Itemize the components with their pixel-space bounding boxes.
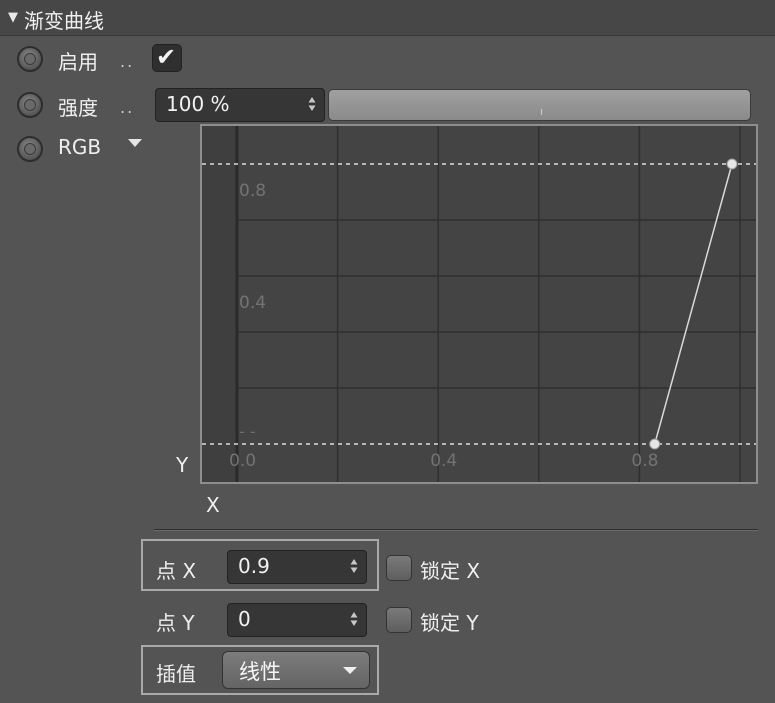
- collapse-triangle-icon[interactable]: ▼: [8, 10, 18, 25]
- strength-label: 强度: [58, 96, 98, 120]
- enable-dots: ..: [120, 52, 135, 71]
- interpolation-dropdown[interactable]: 线性: [222, 651, 370, 689]
- slider-center-tick: [541, 109, 542, 115]
- graph-faded-marker: - -: [239, 422, 256, 441]
- strength-slider[interactable]: [328, 89, 751, 121]
- separator: [154, 529, 758, 531]
- curve-point[interactable]: [649, 438, 661, 450]
- x-tick-label: 0.8: [631, 451, 658, 471]
- rgb-animate-radio[interactable]: [17, 136, 43, 162]
- y-axis-label: Y: [176, 453, 189, 477]
- point-y-input[interactable]: 0: [227, 603, 367, 637]
- lock-y-checkbox[interactable]: [386, 607, 412, 633]
- point-y-label: 点 Y: [156, 611, 195, 635]
- channel-label: RGB: [58, 135, 102, 159]
- y-tick-label: 0.4: [239, 293, 266, 313]
- x-axis-label: X: [206, 493, 220, 517]
- enable-checkbox[interactable]: ✔: [152, 43, 182, 72]
- x-tick-label: 0.0: [229, 451, 256, 471]
- spinner-arrows-icon[interactable]: [350, 558, 358, 574]
- strength-dots: ..: [120, 98, 135, 117]
- strength-input[interactable]: 100 %: [155, 88, 325, 122]
- curve-point[interactable]: [726, 158, 738, 170]
- strength-animate-radio[interactable]: [17, 92, 43, 118]
- point-x-input[interactable]: 0.9: [227, 550, 367, 584]
- panel-title: 渐变曲线: [24, 9, 104, 33]
- checkmark-icon: ✔: [156, 43, 177, 71]
- lock-x-checkbox[interactable]: [386, 555, 412, 581]
- point-x-label: 点 X: [156, 559, 197, 583]
- panel-header[interactable]: ▼ 渐变曲线: [0, 0, 775, 36]
- enable-label: 启用: [58, 50, 98, 74]
- spinner-arrows-icon[interactable]: [308, 96, 316, 112]
- curve-graph[interactable]: - - 0.0 0.4 0.8 0.8 0.4: [200, 124, 758, 484]
- lock-x-label: 锁定 X: [420, 559, 481, 583]
- x-tick-label: 0.4: [430, 451, 457, 471]
- enable-animate-radio[interactable]: [17, 46, 43, 72]
- interpolation-label: 插值: [156, 662, 196, 686]
- point-y-value: 0: [238, 607, 251, 631]
- interpolation-value: 线性: [239, 660, 281, 684]
- graph-background: [200, 124, 758, 484]
- channel-dropdown-arrow-icon[interactable]: [127, 138, 143, 148]
- spinner-arrows-icon[interactable]: [350, 611, 358, 627]
- point-x-value: 0.9: [238, 554, 270, 578]
- graph-left-margin: [202, 126, 237, 482]
- lock-y-label: 锁定 Y: [420, 611, 479, 635]
- chevron-down-icon: [343, 667, 357, 674]
- strength-value: 100 %: [166, 92, 230, 116]
- y-tick-label: 0.8: [239, 181, 266, 201]
